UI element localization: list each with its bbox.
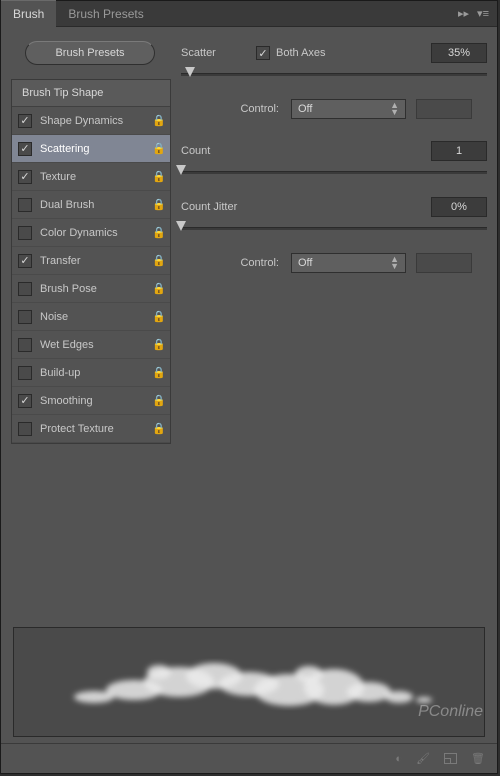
panel-menu-icon[interactable]: ▾≡ xyxy=(477,7,489,20)
option-label: Color Dynamics xyxy=(40,227,152,239)
checkbox[interactable] xyxy=(18,254,32,268)
chevron-updown-icon: ▲▼ xyxy=(390,102,399,116)
scatter-control-label: Control: xyxy=(181,103,291,115)
new-brush-icon[interactable]: 🖌 xyxy=(416,752,430,765)
brush-options-list: Brush Tip Shape Shape Dynamics🔒Scatterin… xyxy=(11,79,171,444)
checkbox[interactable] xyxy=(18,394,32,408)
checkbox[interactable] xyxy=(18,198,32,212)
checkbox[interactable] xyxy=(18,282,32,296)
lock-icon[interactable]: 🔒 xyxy=(152,310,164,323)
tab-brush-presets[interactable]: Brush Presets xyxy=(56,1,155,27)
scatter-slider-thumb[interactable] xyxy=(185,67,195,77)
lock-icon[interactable]: 🔒 xyxy=(152,422,164,435)
option-color-dynamics[interactable]: Color Dynamics🔒 xyxy=(12,219,170,247)
count-jitter-value[interactable] xyxy=(431,197,487,217)
lock-icon[interactable]: 🔒 xyxy=(152,366,164,379)
jitter-control-label: Control: xyxy=(181,257,291,269)
left-column: Brush Presets Brush Tip Shape Shape Dyna… xyxy=(11,37,171,444)
brush-presets-button[interactable]: Brush Presets xyxy=(25,41,155,65)
lock-icon[interactable]: 🔒 xyxy=(152,254,164,267)
brush-panel: Brush Brush Presets ▸▸ ▾≡ Brush Presets … xyxy=(0,0,498,774)
brush-stroke-preview xyxy=(13,627,485,737)
checkbox[interactable] xyxy=(18,114,32,128)
scatter-value[interactable] xyxy=(431,43,487,63)
option-label: Protect Texture xyxy=(40,423,152,435)
scatter-slider[interactable] xyxy=(181,67,487,85)
lock-icon[interactable]: 🔒 xyxy=(152,114,164,127)
checkbox[interactable] xyxy=(18,226,32,240)
option-dual-brush[interactable]: Dual Brush🔒 xyxy=(12,191,170,219)
panel-footer: ◐ 🖌 🗑 xyxy=(1,743,497,773)
count-jitter-slider-thumb[interactable] xyxy=(176,221,186,231)
option-label: Brush Pose xyxy=(40,283,152,295)
option-brush-pose[interactable]: Brush Pose🔒 xyxy=(12,275,170,303)
jitter-control-select[interactable]: Off▲▼ xyxy=(291,253,406,273)
brush-tip-shape-header[interactable]: Brush Tip Shape xyxy=(12,80,170,107)
count-slider-thumb[interactable] xyxy=(176,165,186,175)
count-jitter-row: Count Jitter xyxy=(181,197,487,217)
option-label: Shape Dynamics xyxy=(40,115,152,127)
both-axes-checkbox[interactable] xyxy=(256,46,270,60)
option-build-up[interactable]: Build-up🔒 xyxy=(12,359,170,387)
lock-icon[interactable]: 🔒 xyxy=(152,394,164,407)
scatter-control-row: Control: Off▲▼ xyxy=(181,99,487,119)
option-label: Wet Edges xyxy=(40,339,152,351)
checkbox[interactable] xyxy=(18,422,32,436)
count-jitter-slider[interactable] xyxy=(181,221,487,239)
option-wet-edges[interactable]: Wet Edges🔒 xyxy=(12,331,170,359)
checkbox[interactable] xyxy=(18,366,32,380)
trash-icon[interactable]: 🗑 xyxy=(471,752,485,765)
create-preset-icon[interactable] xyxy=(444,753,457,764)
option-transfer[interactable]: Transfer🔒 xyxy=(12,247,170,275)
option-noise[interactable]: Noise🔒 xyxy=(12,303,170,331)
scatter-label: Scatter xyxy=(181,47,256,59)
option-shape-dynamics[interactable]: Shape Dynamics🔒 xyxy=(12,107,170,135)
option-protect-texture[interactable]: Protect Texture🔒 xyxy=(12,415,170,443)
collapse-icon[interactable]: ▸▸ xyxy=(458,7,469,20)
count-row: Count xyxy=(181,141,487,161)
lock-icon[interactable]: 🔒 xyxy=(152,282,164,295)
jitter-control-readout xyxy=(416,253,472,273)
lock-icon[interactable]: 🔒 xyxy=(152,226,164,239)
lock-icon[interactable]: 🔒 xyxy=(152,198,164,211)
scatter-control-readout xyxy=(416,99,472,119)
both-axes-label: Both Axes xyxy=(276,47,326,59)
count-label: Count xyxy=(181,145,256,157)
toggle-preview-icon[interactable]: ◐ xyxy=(395,753,402,765)
jitter-control-row: Control: Off▲▼ xyxy=(181,253,487,273)
panel-tabs: Brush Brush Presets ▸▸ ▾≡ xyxy=(1,1,497,27)
lock-icon[interactable]: 🔒 xyxy=(152,142,164,155)
checkbox[interactable] xyxy=(18,170,32,184)
lock-icon[interactable]: 🔒 xyxy=(152,338,164,351)
option-label: Transfer xyxy=(40,255,152,267)
option-label: Noise xyxy=(40,311,152,323)
count-slider[interactable] xyxy=(181,165,487,183)
scatter-row: Scatter Both Axes xyxy=(181,43,487,63)
chevron-updown-icon: ▲▼ xyxy=(390,256,399,270)
count-value[interactable] xyxy=(431,141,487,161)
scatter-control-select[interactable]: Off▲▼ xyxy=(291,99,406,119)
option-label: Build-up xyxy=(40,367,152,379)
lock-icon[interactable]: 🔒 xyxy=(152,170,164,183)
option-smoothing[interactable]: Smoothing🔒 xyxy=(12,387,170,415)
option-label: Dual Brush xyxy=(40,199,152,211)
checkbox[interactable] xyxy=(18,338,32,352)
option-label: Scattering xyxy=(40,143,152,155)
option-texture[interactable]: Texture🔒 xyxy=(12,163,170,191)
checkbox[interactable] xyxy=(18,310,32,324)
tab-brush[interactable]: Brush xyxy=(1,0,56,27)
checkbox[interactable] xyxy=(18,142,32,156)
option-label: Texture xyxy=(40,171,152,183)
count-jitter-label: Count Jitter xyxy=(181,201,291,213)
settings-column: Scatter Both Axes Control: Off▲▼ Count xyxy=(181,37,487,444)
option-label: Smoothing xyxy=(40,395,152,407)
option-scattering[interactable]: Scattering🔒 xyxy=(12,135,170,163)
